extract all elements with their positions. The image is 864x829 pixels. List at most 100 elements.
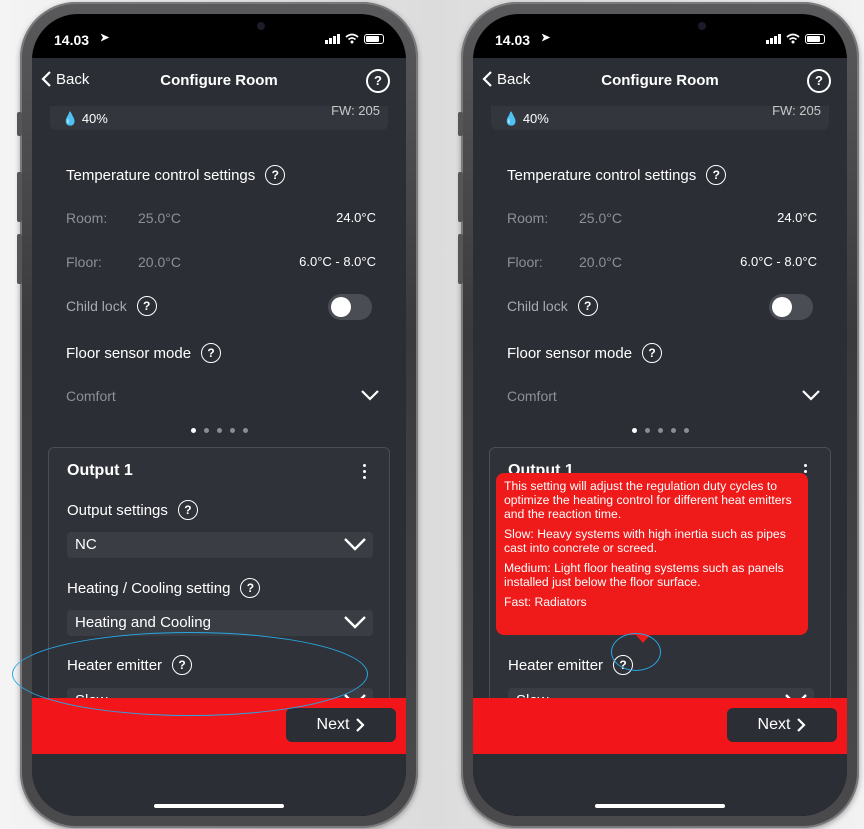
info-card: 💧 40% FW: 205 (50, 103, 388, 130)
nav-bar: Back Configure Room ? (473, 58, 847, 106)
child-lock-row: Child lock ? (66, 296, 157, 316)
help-button[interactable]: ? (807, 69, 831, 93)
output-settings-heading: Output settings ? (67, 500, 198, 520)
help-icon[interactable]: ? (642, 343, 663, 363)
tooltip-medium: Medium: Light floor heating systems such… (504, 561, 784, 589)
wifi-icon (345, 33, 359, 44)
signal-icon (766, 33, 781, 44)
home-indicator[interactable] (154, 804, 284, 808)
info-card: 💧 40% FW: 205 (491, 103, 829, 130)
nav-bar: Back Configure Room ? (32, 58, 406, 106)
bottom-action-bar: Next (32, 698, 406, 754)
room-setpoint: 24.0°C (777, 210, 817, 225)
temperature-settings-title: Temperature control settings (507, 166, 697, 184)
help-icon[interactable]: ? (577, 296, 598, 316)
phone-side-button (17, 172, 22, 222)
help-icon[interactable]: ? (240, 578, 261, 598)
temperature-settings-title: Temperature control settings (66, 166, 256, 184)
page-title: Configure Room (160, 72, 278, 89)
page-indicator (473, 428, 847, 433)
page-dot[interactable] (644, 428, 650, 433)
phone-side-button (458, 112, 463, 136)
heating-cooling-value: Heating and Cooling (75, 614, 211, 631)
chevron-right-icon (356, 718, 366, 732)
phone-side-button (17, 112, 22, 136)
humidity-value: 40% (522, 111, 549, 126)
floor-sensor-value[interactable]: Comfort (507, 388, 557, 404)
temperature-settings-heading: Temperature control settings ? (507, 165, 727, 185)
wifi-icon (786, 33, 800, 44)
page-dot[interactable] (203, 428, 209, 433)
page-dot[interactable] (242, 428, 248, 433)
chevron-down-icon (344, 538, 366, 551)
help-tooltip[interactable]: This setting will adjust the regulation … (496, 473, 808, 643)
floor-label: Floor: (66, 254, 102, 270)
heater-emitter-label: Heater emitter (508, 656, 604, 674)
phone-screen: 14.03 ➤ Back Configure Room ? 💧 40% FW: … (32, 14, 406, 816)
heating-cooling-select[interactable]: Heating and Cooling (67, 610, 373, 636)
camera (257, 22, 265, 30)
help-icon[interactable]: ? (172, 655, 193, 675)
status-bar: 14.03 ➤ (473, 30, 847, 52)
output-settings-label: Output settings (67, 501, 168, 519)
page-dot[interactable] (216, 428, 222, 433)
child-lock-label: Child lock (66, 298, 127, 314)
room-value: 25.0°C (138, 210, 181, 226)
home-indicator[interactable] (595, 804, 725, 808)
phone-side-button (458, 234, 463, 284)
chevron-right-icon (797, 718, 807, 732)
phone-left: 14.03 ➤ Back Configure Room ? 💧 40% FW: … (17, 2, 418, 828)
output-settings-select[interactable]: NC (67, 532, 373, 558)
page-dot[interactable] (657, 428, 663, 433)
room-setpoint: 24.0°C (336, 210, 376, 225)
chevron-down-icon[interactable] (801, 388, 821, 402)
tooltip-fast: Fast: Radiators (504, 595, 587, 609)
location-arrow-icon: ➤ (541, 32, 551, 44)
child-lock-row: Child lock ? (507, 296, 598, 316)
page-dot[interactable] (683, 428, 689, 433)
child-lock-toggle[interactable] (328, 294, 372, 320)
next-label: Next (316, 716, 350, 733)
heater-emitter-label: Heater emitter (67, 656, 163, 674)
temperature-settings-heading: Temperature control settings ? (66, 165, 286, 185)
droplet-icon: 💧 (503, 111, 520, 126)
location-arrow-icon: ➤ (100, 32, 110, 44)
output-card: Output 1 Output settings ? NC Heating / … (48, 447, 390, 731)
tooltip-slow: Slow: Heavy systems with high inertia su… (504, 527, 786, 555)
floor-range: 6.0°C - 8.0°C (299, 254, 376, 269)
floor-label: Floor: (507, 254, 543, 270)
page-dot[interactable] (631, 428, 637, 433)
page-dot[interactable] (670, 428, 676, 433)
status-icons (766, 33, 825, 44)
firmware-version: FW: 205 (772, 103, 821, 118)
page-title: Configure Room (601, 72, 719, 89)
help-icon[interactable]: ? (613, 655, 634, 675)
heater-emitter-heading: Heater emitter ? (508, 655, 634, 675)
help-icon[interactable]: ? (201, 343, 222, 363)
help-icon[interactable]: ? (265, 165, 286, 185)
help-icon[interactable]: ? (706, 165, 727, 185)
next-button[interactable]: Next (286, 708, 396, 742)
floor-range: 6.0°C - 8.0°C (740, 254, 817, 269)
camera (698, 22, 706, 30)
floor-sensor-heading: Floor sensor mode ? (66, 343, 222, 363)
page-dot[interactable] (229, 428, 235, 433)
tooltip-intro: This setting will adjust the regulation … (504, 479, 792, 521)
status-icons (325, 33, 384, 44)
humidity-value: 40% (81, 111, 108, 126)
chevron-down-icon[interactable] (360, 388, 380, 402)
next-button[interactable]: Next (727, 708, 837, 742)
page-dot[interactable] (190, 428, 196, 433)
help-button[interactable]: ? (366, 69, 390, 93)
floor-sensor-value[interactable]: Comfort (66, 388, 116, 404)
signal-icon (325, 33, 340, 44)
status-time: 14.03 (54, 32, 90, 48)
page-indicator (32, 428, 406, 433)
child-lock-toggle[interactable] (769, 294, 813, 320)
droplet-icon: 💧 (62, 111, 79, 126)
help-icon[interactable]: ? (136, 296, 157, 316)
help-icon[interactable]: ? (177, 500, 198, 520)
more-options-icon[interactable] (363, 464, 367, 482)
heating-cooling-label: Heating / Cooling setting (67, 579, 231, 597)
floor-sensor-heading: Floor sensor mode ? (507, 343, 663, 363)
